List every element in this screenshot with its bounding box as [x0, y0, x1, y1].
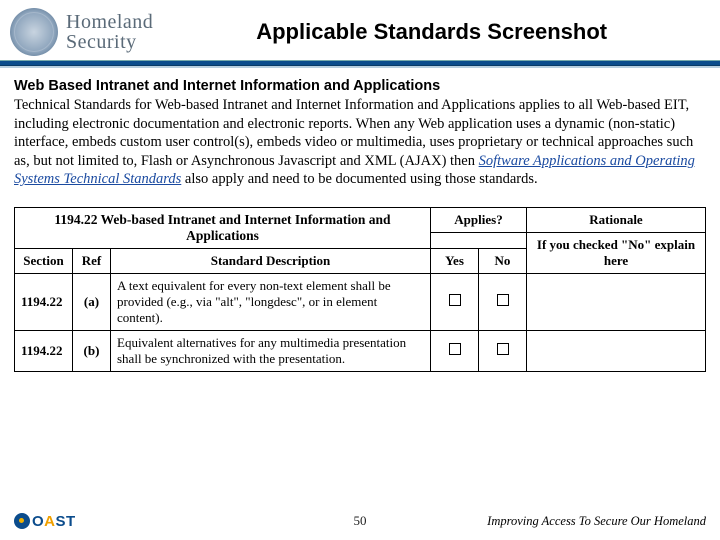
oast-logo: OAST	[14, 513, 76, 530]
checkbox-yes-icon[interactable]	[449, 294, 461, 306]
col-section: Section	[15, 248, 73, 273]
cell-ref: (b)	[73, 330, 111, 371]
section-body: Technical Standards for Web-based Intran…	[14, 96, 706, 189]
cell-no	[479, 330, 527, 371]
slide-content: Web Based Intranet and Internet Informat…	[0, 68, 720, 372]
standards-table: 1194.22 Web-based Intranet and Internet …	[14, 207, 706, 372]
col-yes: Yes	[431, 248, 479, 273]
cell-ref: (a)	[73, 273, 111, 330]
slide-header: Homeland Security Applicable Standards S…	[0, 0, 720, 60]
col-rationale: Rationale	[527, 207, 706, 232]
checkbox-no-icon[interactable]	[497, 294, 509, 306]
col-applies: Applies?	[431, 207, 527, 232]
cell-yes	[431, 273, 479, 330]
section-heading: Web Based Intranet and Internet Informat…	[14, 78, 706, 94]
slide-footer: OAST 50 Improving Access To Secure Our H…	[0, 508, 720, 534]
dept-line-2: Security	[66, 32, 153, 52]
col-ref: Ref	[73, 248, 111, 273]
cell-desc: Equivalent alternatives for any multimed…	[111, 330, 431, 371]
oast-letter-a: A	[44, 513, 55, 530]
checkbox-no-icon[interactable]	[497, 343, 509, 355]
dhs-seal-icon	[10, 8, 58, 56]
page-number: 50	[354, 513, 367, 529]
footer-tagline: Improving Access To Secure Our Homeland	[487, 514, 706, 529]
cell-no	[479, 273, 527, 330]
cell-desc: A text equivalent for every non-text ele…	[111, 273, 431, 330]
cell-yes	[431, 330, 479, 371]
col-no: No	[479, 248, 527, 273]
table-title: 1194.22 Web-based Intranet and Internet …	[15, 207, 431, 248]
oast-letters-st: ST	[56, 513, 76, 530]
oast-text: OAST	[32, 513, 76, 530]
table-header-row-1: 1194.22 Web-based Intranet and Internet …	[15, 207, 706, 232]
table-row: 1194.22 (b) Equivalent alternatives for …	[15, 330, 706, 371]
cell-rationale[interactable]	[527, 273, 706, 330]
cell-rationale[interactable]	[527, 330, 706, 371]
cell-section: 1194.22	[15, 330, 73, 371]
department-name: Homeland Security	[66, 12, 153, 52]
col-rationale-sub: If you checked "No" explain here	[527, 232, 706, 273]
table-row: 1194.22 (a) A text equivalent for every …	[15, 273, 706, 330]
slide-title: Applicable Standards Screenshot	[153, 19, 710, 45]
oast-bullet-icon	[14, 513, 30, 529]
col-desc: Standard Description	[111, 248, 431, 273]
checkbox-yes-icon[interactable]	[449, 343, 461, 355]
dept-line-1: Homeland	[66, 12, 153, 32]
cell-section: 1194.22	[15, 273, 73, 330]
section-body-post: also apply and need to be documented usi…	[181, 171, 537, 187]
